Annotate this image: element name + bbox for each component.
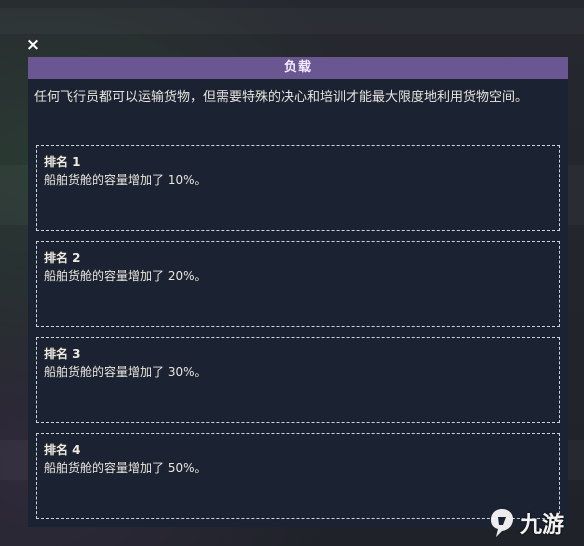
rank-description: 船舶货舱的容量增加了 30%。 (44, 365, 207, 379)
close-icon: × (25, 35, 41, 55)
watermark: 九游 (488, 503, 580, 543)
perk-description: 任何飞行员都可以运输货物，但需要特殊的决心和培训才能最大限度地利用货物空间。 (34, 90, 529, 105)
watermark-text: 九游 (520, 513, 565, 538)
rank-title: 排名 1 (44, 155, 81, 169)
rank-card-1: 排名 1 船舶货舱的容量增加了 10%。 (36, 145, 560, 231)
background-strip (0, 8, 584, 34)
rank-list: 排名 1 船舶货舱的容量增加了 10%。 排名 2 船舶货舱的容量增加了 20%… (28, 145, 568, 519)
rank-title: 排名 3 (44, 347, 81, 361)
rank-description: 船舶货舱的容量增加了 50%。 (44, 461, 207, 475)
rank-description: 船舶货舱的容量增加了 10%。 (44, 173, 207, 187)
rank-card-3: 排名 3 船舶货舱的容量增加了 30%。 (36, 337, 560, 423)
rank-title: 排名 4 (44, 443, 81, 457)
panel-title: 负载 (28, 57, 568, 79)
rank-card-2: 排名 2 船舶货舱的容量增加了 20%。 (36, 241, 560, 327)
rank-title: 排名 2 (44, 251, 81, 265)
perk-panel: 负载 任何飞行员都可以运输货物，但需要特殊的决心和培训才能最大限度地利用货物空间… (28, 57, 568, 527)
rank-description: 船舶货舱的容量增加了 20%。 (44, 269, 207, 283)
close-button[interactable]: × (24, 36, 42, 54)
rank-card-4: 排名 4 船舶货舱的容量增加了 50%。 (36, 433, 560, 519)
jiuyou-logo-icon (491, 509, 513, 537)
